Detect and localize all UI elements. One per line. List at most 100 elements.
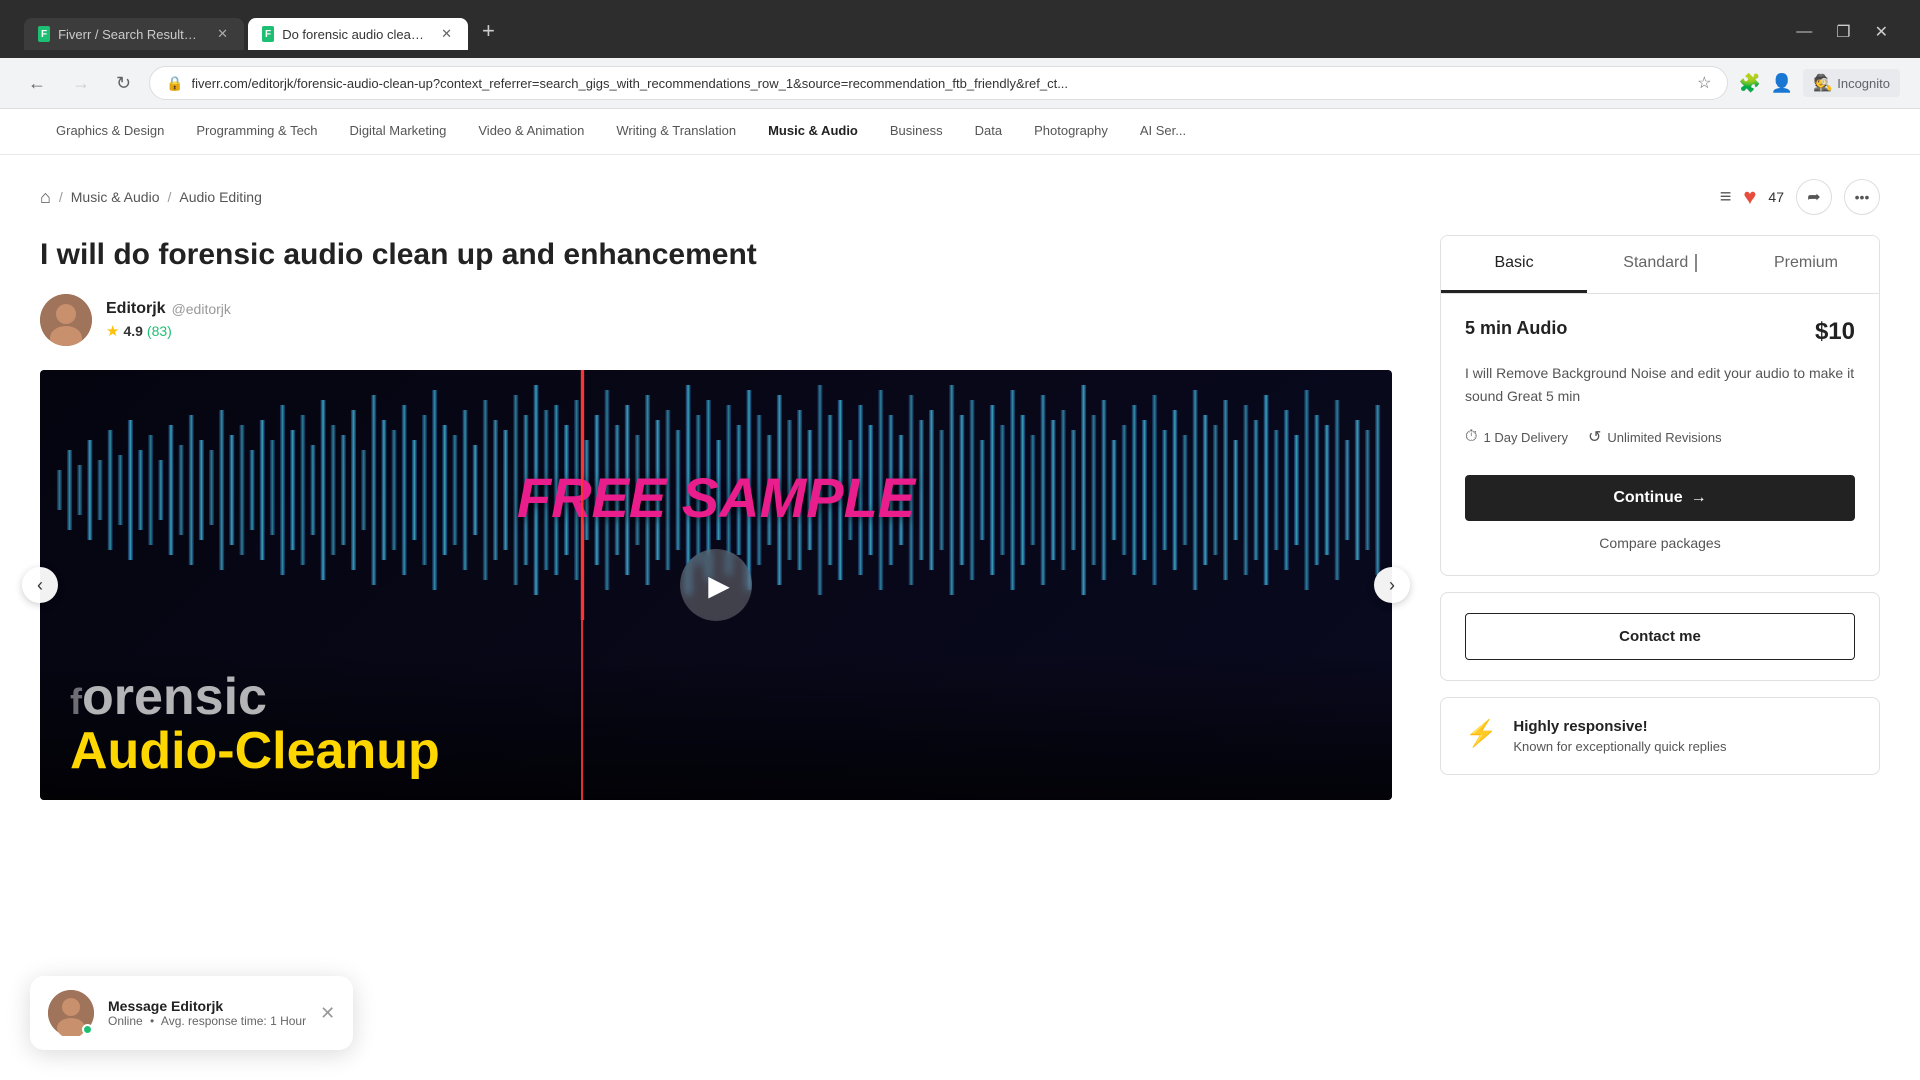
bubble-close-button[interactable]: ✕ [320,1004,335,1022]
cat-digital-marketing[interactable]: Digital Marketing [334,109,463,154]
cat-writing[interactable]: Writing & Translation [600,109,752,154]
cursor-indicator [1695,254,1697,272]
address-bar-row: ← → ↻ 🔒 fiverr.com/editorjk/forensic-aud… [0,58,1920,109]
incognito-icon: 🕵️ [1813,73,1833,93]
seller-info: Editorjk @editorjk ★ 4.9 (83) [40,294,1392,346]
left-column: I will do forensic audio clean up and en… [40,235,1392,800]
gig-title: I will do forensic audio clean up and en… [40,235,1392,274]
breadcrumb-home-link[interactable]: ⌂ [40,187,51,208]
maximize-button[interactable]: ❐ [1828,20,1858,44]
star-icon: ★ [106,322,119,340]
share-button[interactable]: ➦ [1796,179,1832,215]
free-sample-text: FREE SAMPLE [517,465,915,530]
revisions-icon: ↺ [1588,427,1601,447]
list-icon[interactable]: ≡ [1720,186,1732,209]
review-count[interactable]: (83) [147,323,172,339]
pricing-card: Basic Standard Premium 5 min Audio $10 [1440,235,1880,576]
share-icon: ➦ [1807,187,1820,207]
seller-name[interactable]: Editorjk [106,300,166,318]
seller-avatar[interactable] [40,294,92,346]
arrow-icon: → [1691,489,1707,507]
bubble-avatar [48,990,94,1036]
continue-button[interactable]: Continue → [1465,475,1855,521]
tier-name: 5 min Audio [1465,318,1567,339]
online-dot [82,1024,93,1035]
lock-icon: 🔒 [166,75,183,92]
avg-response: Avg. response time: 1 Hour [161,1014,306,1028]
two-column-layout: I will do forensic audio clean up and en… [40,235,1880,800]
cat-video[interactable]: Video & Animation [462,109,600,154]
lightning-icon: ⚡ [1465,718,1497,749]
cat-programming[interactable]: Programming & Tech [180,109,333,154]
extensions-icon[interactable]: 🧩 [1738,73,1760,94]
more-icon: ••• [1855,189,1870,205]
pricing-price: $10 [1815,318,1855,346]
clock-icon: ⏱ [1465,428,1477,446]
cat-music[interactable]: Music & Audio [752,109,874,154]
pricing-tabs: Basic Standard Premium [1441,236,1879,294]
tab2-close-button[interactable]: ✕ [439,26,454,42]
profile-icon[interactable]: 👤 [1771,73,1793,94]
tab1-close-button[interactable]: ✕ [215,26,230,42]
revisions-meta: ↺ Unlimited Revisions [1588,427,1722,447]
tab-basic[interactable]: Basic [1441,236,1587,293]
tab-standard[interactable]: Standard [1587,236,1733,293]
breadcrumb-sep1: / [59,189,63,205]
gallery-prev-button[interactable]: ‹ [22,567,58,603]
contact-me-button[interactable]: Contact me [1465,613,1855,660]
responsive-info: Highly responsive! Known for exceptional… [1513,718,1726,754]
cat-graphics[interactable]: Graphics & Design [40,109,180,154]
incognito-badge: 🕵️ Incognito [1803,69,1900,97]
categories-bar: Graphics & Design Programming & Tech Dig… [0,109,1920,155]
cat-data[interactable]: Data [959,109,1018,154]
playhead-line [581,370,583,800]
tab-forensic-audio[interactable]: F Do forensic audio clean up and... ✕ [248,18,468,50]
contact-card: Contact me [1440,592,1880,681]
cat-photography[interactable]: Photography [1018,109,1124,154]
minimize-button[interactable]: — [1788,21,1820,43]
cat-business[interactable]: Business [874,109,959,154]
play-icon: ▶ [708,569,730,602]
main-content: ⌂ / Music & Audio / Audio Editing ≡ ♥ 47… [0,155,1920,824]
new-tab-button[interactable]: + [472,14,505,48]
pricing-meta: ⏱ 1 Day Delivery ↺ Unlimited Revisions [1465,427,1855,447]
address-bar[interactable]: 🔒 fiverr.com/editorjk/forensic-audio-cle… [149,66,1728,100]
responsive-description: Known for exceptionally quick replies [1513,739,1726,754]
overlay-line2: Audio-Cleanup [70,723,1362,780]
breadcrumb: ⌂ / Music & Audio / Audio Editing ≡ ♥ 47… [40,179,1880,215]
tab-fiverr-search[interactable]: F Fiverr / Search Results for 'audi... ✕ [24,18,244,50]
cat-ai[interactable]: AI Ser... [1124,109,1202,154]
close-window-button[interactable]: ✕ [1867,20,1896,44]
gallery-next-button[interactable]: › [1374,567,1410,603]
bubble-name[interactable]: Message Editorjk [108,998,306,1014]
heart-button[interactable]: ♥ [1743,184,1756,210]
gallery-wrapper: ‹ [40,370,1392,800]
right-column: Basic Standard Premium 5 min Audio $10 [1440,235,1880,775]
seller-rating: ★ 4.9 (83) [106,322,231,340]
seller-details: Editorjk @editorjk ★ 4.9 (83) [106,300,231,340]
overlay-line1: forensic [70,671,1362,723]
play-button[interactable]: ▶ [680,549,752,621]
delivery-meta: ⏱ 1 Day Delivery [1465,427,1568,447]
breadcrumb-editing-link[interactable]: Audio Editing [179,189,262,205]
pricing-description: I will Remove Background Noise and edit … [1465,362,1855,407]
like-count: 47 [1768,189,1784,205]
refresh-button[interactable]: ↻ [108,69,139,98]
responsive-title: Highly responsive! [1513,718,1726,735]
pricing-body: 5 min Audio $10 I will Remove Background… [1441,294,1879,575]
online-status: Online [108,1014,143,1028]
compare-packages-link[interactable]: Compare packages [1465,535,1855,551]
more-button[interactable]: ••• [1844,179,1880,215]
bookmark-icon[interactable]: ☆ [1697,73,1711,93]
gallery-image: FREE SAMPLE ▶ forensic Audio-Cleanup [40,370,1392,800]
bottom-overlay: forensic Audio-Cleanup [40,651,1392,800]
avatar-svg [40,294,92,346]
tab2-favicon: F [262,26,274,42]
breadcrumb-music-link[interactable]: Music & Audio [71,189,160,205]
tab1-favicon: F [38,26,50,42]
responsive-card: ⚡ Highly responsive! Known for exception… [1440,697,1880,775]
tab-premium[interactable]: Premium [1733,236,1879,293]
rating-number: 4.9 [123,323,142,339]
back-button[interactable]: ← [20,69,54,98]
forward-button[interactable]: → [64,69,98,98]
